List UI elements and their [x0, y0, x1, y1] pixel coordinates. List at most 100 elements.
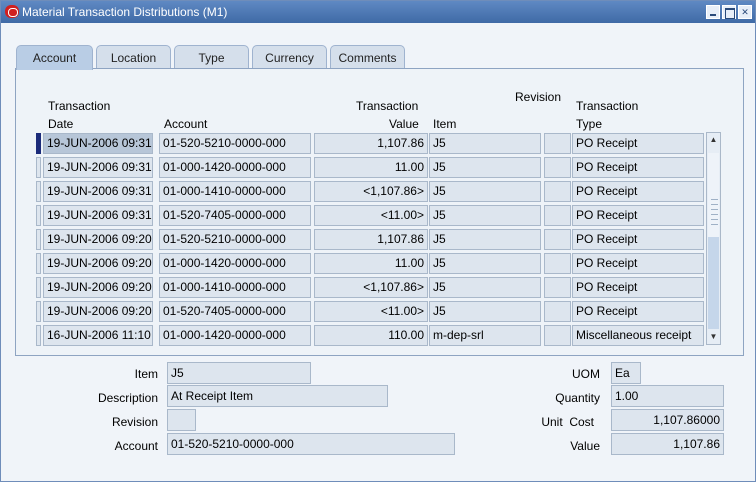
- row-date-cell[interactable]: 19-JUN-2006 09:31: [43, 133, 153, 154]
- row-indicator[interactable]: [36, 205, 41, 226]
- tab-currency[interactable]: Currency: [252, 45, 327, 69]
- row-revision-cell[interactable]: [544, 157, 571, 178]
- item-label: Item: [134, 367, 158, 381]
- row-date-cell[interactable]: 19-JUN-2006 09:20: [43, 253, 153, 274]
- row-indicator[interactable]: [36, 133, 41, 154]
- row-item-cell[interactable]: J5: [429, 229, 541, 250]
- header-account: Account: [164, 117, 208, 131]
- description-field[interactable]: At Receipt Item: [167, 385, 388, 407]
- row-date-cell[interactable]: 19-JUN-2006 09:31: [43, 205, 153, 226]
- title-bar[interactable]: Material Transaction Distributions (M1): [1, 1, 755, 23]
- account-label: Account: [114, 439, 158, 453]
- revision-field[interactable]: [167, 409, 196, 431]
- row-account-cell[interactable]: 01-000-1410-0000-000: [159, 181, 311, 202]
- row-type-cell[interactable]: PO Receipt: [572, 157, 704, 178]
- row-date-cell[interactable]: 19-JUN-2006 09:20: [43, 277, 153, 298]
- row-revision-cell[interactable]: [544, 229, 571, 250]
- row-type-cell[interactable]: PO Receipt: [572, 181, 704, 202]
- tab-comments[interactable]: Comments: [330, 45, 405, 69]
- row-item-cell[interactable]: J5: [429, 157, 541, 178]
- scroll-up-icon[interactable]: ▲: [707, 133, 720, 147]
- row-revision-cell[interactable]: [544, 253, 571, 274]
- row-item-cell[interactable]: m-dep-srl: [429, 325, 541, 346]
- value-field[interactable]: 1,107.86: [611, 433, 724, 455]
- row-date-cell[interactable]: 16-JUN-2006 11:10: [43, 325, 153, 346]
- row-account-cell[interactable]: 01-000-1420-0000-000: [159, 253, 311, 274]
- row-indicator[interactable]: [36, 325, 41, 346]
- row-account-cell[interactable]: 01-000-1420-0000-000: [159, 325, 311, 346]
- row-date-cell[interactable]: 19-JUN-2006 09:31: [43, 157, 153, 178]
- header-transaction-value-line2: Value: [389, 117, 419, 131]
- header-transaction-type: Transaction: [576, 99, 639, 113]
- row-value-cell[interactable]: 11.00: [314, 157, 428, 178]
- header-transaction-date: Transaction: [48, 99, 111, 113]
- row-value-cell[interactable]: <11.00>: [314, 301, 428, 322]
- row-account-cell[interactable]: 01-520-7405-0000-000: [159, 205, 311, 226]
- maximize-icon[interactable]: [722, 5, 736, 19]
- row-indicator[interactable]: [36, 253, 41, 274]
- header-revision: Revision: [515, 90, 562, 104]
- header-transaction-date-line2: Date: [48, 117, 74, 131]
- header-item: Item: [433, 117, 457, 131]
- header-transaction-type-line2: Type: [576, 117, 603, 131]
- uom-field[interactable]: Ea: [611, 362, 641, 384]
- row-revision-cell[interactable]: [544, 205, 571, 226]
- row-account-cell[interactable]: 01-000-1420-0000-000: [159, 157, 311, 178]
- row-date-cell[interactable]: 19-JUN-2006 09:31: [43, 181, 153, 202]
- table-scrollbar[interactable]: ▲ ▼: [706, 132, 721, 345]
- row-indicator[interactable]: [36, 157, 41, 178]
- row-item-cell[interactable]: J5: [429, 253, 541, 274]
- value-label: Value: [570, 439, 600, 453]
- row-revision-cell[interactable]: [544, 301, 571, 322]
- row-type-cell[interactable]: PO Receipt: [572, 205, 704, 226]
- row-item-cell[interactable]: J5: [429, 133, 541, 154]
- row-type-cell[interactable]: PO Receipt: [572, 277, 704, 298]
- minimize-icon[interactable]: [706, 5, 720, 19]
- row-account-cell[interactable]: 01-520-7405-0000-000: [159, 301, 311, 322]
- row-value-cell[interactable]: 11.00: [314, 253, 428, 274]
- row-account-cell[interactable]: 01-000-1410-0000-000: [159, 277, 311, 298]
- row-type-cell[interactable]: PO Receipt: [572, 229, 704, 250]
- row-account-cell[interactable]: 01-520-5210-0000-000: [159, 133, 311, 154]
- row-value-cell[interactable]: <11.00>: [314, 205, 428, 226]
- row-type-cell[interactable]: PO Receipt: [572, 301, 704, 322]
- row-value-cell[interactable]: 1,107.86: [314, 133, 428, 154]
- row-revision-cell[interactable]: [544, 277, 571, 298]
- row-account-cell[interactable]: 01-520-5210-0000-000: [159, 229, 311, 250]
- row-date-cell[interactable]: 19-JUN-2006 09:20: [43, 301, 153, 322]
- row-item-cell[interactable]: J5: [429, 181, 541, 202]
- row-type-cell[interactable]: PO Receipt: [572, 133, 704, 154]
- row-value-cell[interactable]: 110.00: [314, 325, 428, 346]
- row-revision-cell[interactable]: [544, 325, 571, 346]
- close-icon[interactable]: [738, 5, 752, 19]
- unit-cost-field[interactable]: 1,107.86000: [611, 409, 724, 431]
- row-indicator[interactable]: [36, 277, 41, 298]
- tab-location[interactable]: Location: [96, 45, 171, 69]
- row-type-cell[interactable]: PO Receipt: [572, 253, 704, 274]
- row-date-cell[interactable]: 19-JUN-2006 09:20: [43, 229, 153, 250]
- header-transaction-value: Transaction: [356, 99, 419, 113]
- row-value-cell[interactable]: 1,107.86: [314, 229, 428, 250]
- window: Material Transaction Distributions (M1) …: [0, 0, 756, 482]
- quantity-field[interactable]: 1.00: [611, 385, 724, 407]
- row-item-cell[interactable]: J5: [429, 277, 541, 298]
- item-field[interactable]: J5: [167, 362, 311, 384]
- row-item-cell[interactable]: J5: [429, 205, 541, 226]
- tab-account[interactable]: Account: [16, 45, 93, 70]
- row-value-cell[interactable]: <1,107.86>: [314, 181, 428, 202]
- account-field[interactable]: 01-520-5210-0000-000: [167, 433, 455, 455]
- row-revision-cell[interactable]: [544, 133, 571, 154]
- scroll-track[interactable]: [708, 237, 719, 329]
- scroll-down-icon[interactable]: ▼: [707, 330, 720, 344]
- uom-label: UOM: [572, 367, 600, 381]
- row-type-cell[interactable]: Miscellaneous receipt: [572, 325, 704, 346]
- row-value-cell[interactable]: <1,107.86>: [314, 277, 428, 298]
- row-revision-cell[interactable]: [544, 181, 571, 202]
- scroll-thumb[interactable]: [708, 153, 719, 237]
- row-indicator[interactable]: [36, 301, 41, 322]
- row-item-cell[interactable]: J5: [429, 301, 541, 322]
- tab-type[interactable]: Type: [174, 45, 249, 69]
- row-indicator[interactable]: [36, 181, 41, 202]
- revision-label: Revision: [111, 415, 158, 429]
- row-indicator[interactable]: [36, 229, 41, 250]
